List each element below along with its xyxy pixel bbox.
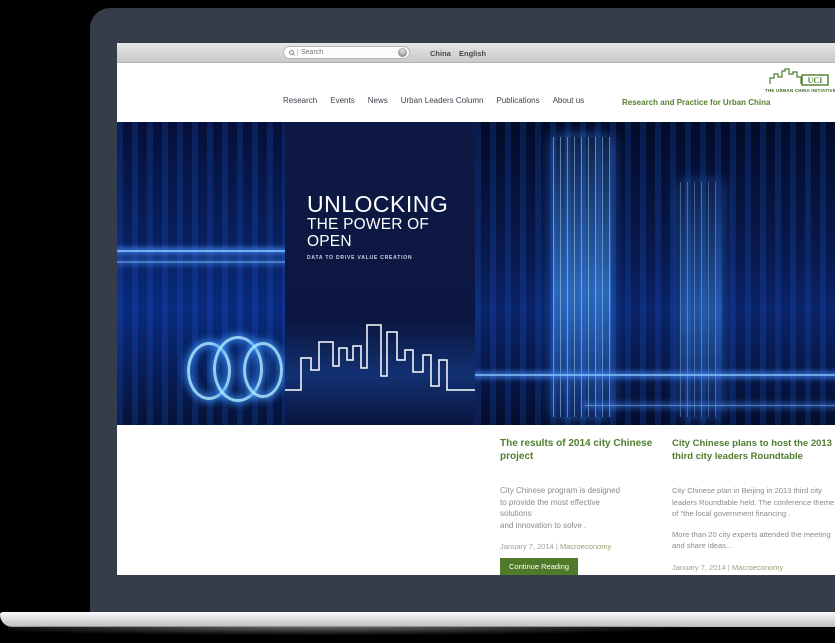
neon-texture-decoration <box>475 122 835 425</box>
language-link-china[interactable]: China <box>430 49 451 58</box>
light-streak-decoration <box>475 374 835 376</box>
meta-separator: | <box>728 563 730 572</box>
article-meta: January 7, 2014 | Macroeconomy <box>672 563 835 572</box>
laptop-base <box>0 612 835 627</box>
skyline-outline-icon <box>285 320 475 402</box>
site-tagline: Research and Practice for Urban China <box>622 98 771 107</box>
site-header: Research Events News Urban Leaders Colum… <box>117 63 835 122</box>
glowing-building-decoration <box>680 182 722 417</box>
search-input[interactable] <box>301 48 395 58</box>
article-body: City Chinese program is designed to prov… <box>500 485 658 531</box>
hero-right-image <box>475 122 835 425</box>
logo-acronym: UCI <box>808 76 823 85</box>
articles-section: The results of 2014 city Chinese project… <box>117 425 835 575</box>
browser-bar: China · English <box>117 43 835 63</box>
article-category[interactable]: Macroeconomy <box>732 563 783 572</box>
article-meta: January 7, 2014 | Macroeconomy <box>500 542 658 551</box>
nav-item-events[interactable]: Events <box>330 96 354 105</box>
neon-circle-decoration <box>243 342 283 398</box>
article-category[interactable]: Macroeconomy <box>560 542 611 551</box>
main-nav: Research Events News Urban Leaders Colum… <box>283 96 584 105</box>
laptop-frame: China · English Research Events News Urb… <box>90 8 835 612</box>
article-card: City Chinese plans to host the 2013 thir… <box>672 437 835 572</box>
logo-skyline-icon: UCI <box>768 67 830 87</box>
uci-logo[interactable]: UCI THE URBAN CHINA INITIATIVE <box>765 67 833 93</box>
article-date: January 7, 2014 <box>500 542 554 551</box>
article-body: City Chinese plan in Beijing in 2013 thi… <box>672 485 835 520</box>
search-box[interactable] <box>283 46 410 59</box>
light-streak-decoration <box>117 250 285 252</box>
laptop-shadow <box>8 626 835 639</box>
language-link-english[interactable]: English <box>459 49 486 58</box>
nav-item-publications[interactable]: Publications <box>496 96 539 105</box>
search-icon <box>289 50 294 55</box>
logo-caption: THE URBAN CHINA INITIATIVE <box>765 88 833 93</box>
article-title[interactable]: The results of 2014 city Chinese project <box>500 437 658 463</box>
light-streak-decoration <box>585 405 835 406</box>
meta-separator: | <box>556 542 558 551</box>
hero-section <box>117 122 835 425</box>
language-separator: · <box>452 49 454 56</box>
nav-item-news[interactable]: News <box>368 96 388 105</box>
nav-item-about-us[interactable]: About us <box>553 96 585 105</box>
article-date: January 7, 2014 <box>672 563 726 572</box>
hero-headline-line1: UNLOCKING <box>307 192 475 216</box>
hero-left-image <box>117 122 285 425</box>
hero-subheadline: DATA TO DRIVE VALUE CREATION <box>307 255 475 261</box>
search-go-button[interactable] <box>398 48 407 57</box>
nav-item-urban-leaders-column[interactable]: Urban Leaders Column <box>401 96 484 105</box>
article-card: The results of 2014 city Chinese project… <box>500 437 658 575</box>
hero-headline-line2: THE POWER OF OPEN <box>307 216 475 250</box>
light-streak-decoration <box>117 261 285 263</box>
laptop-screen: China · English Research Events News Urb… <box>117 43 835 575</box>
nav-item-research[interactable]: Research <box>283 96 317 105</box>
hero-headline: UNLOCKING THE POWER OF OPEN DATA TO DRIV… <box>307 192 475 261</box>
continue-reading-button[interactable]: Continue Reading <box>500 558 578 575</box>
article-body-more: More than 20 city experts attended the m… <box>672 529 835 552</box>
article-title[interactable]: City Chinese plans to host the 2013 thir… <box>672 437 835 463</box>
search-divider <box>297 49 298 56</box>
